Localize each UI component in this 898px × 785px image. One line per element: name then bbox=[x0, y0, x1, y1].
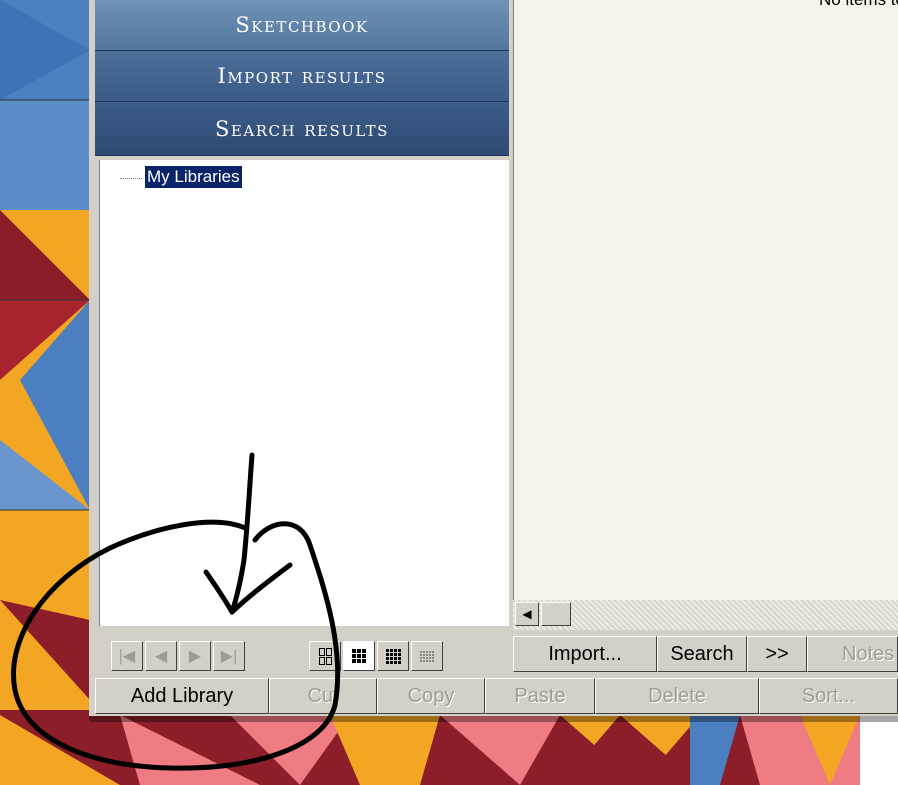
view-5x5-button[interactable] bbox=[411, 641, 443, 671]
import-button[interactable]: Import... bbox=[513, 636, 657, 672]
previous-page-icon: ◀ bbox=[154, 648, 168, 665]
copy-button[interactable]: Copy bbox=[377, 678, 485, 714]
scroll-left-button[interactable]: ◀ bbox=[515, 602, 539, 626]
cut-button[interactable]: Cut bbox=[269, 678, 377, 714]
sketchbook-button[interactable]: Sketchbook bbox=[95, 0, 509, 51]
bottom-toolbar: |◀ ◀ ▶ ▶| Import... Search >> Notes Add … bbox=[89, 633, 898, 714]
items-view[interactable]: No items to bbox=[513, 0, 898, 600]
delete-button[interactable]: Delete bbox=[595, 678, 759, 714]
notes-button[interactable]: Notes bbox=[807, 636, 898, 672]
arrow-left-icon: ◀ bbox=[522, 607, 532, 621]
window-shadow bbox=[89, 716, 898, 722]
view-4x4-button[interactable] bbox=[377, 641, 409, 671]
library-panel: Sketchbook Import results Search results… bbox=[95, 0, 510, 628]
sort-button[interactable]: Sort... bbox=[759, 678, 898, 714]
import-results-button[interactable]: Import results bbox=[95, 51, 509, 102]
view-3x3-button[interactable] bbox=[343, 641, 375, 671]
app-window: Sketchbook Import results Search results… bbox=[89, 0, 898, 716]
next-page-button[interactable]: ▶ bbox=[179, 641, 211, 671]
first-page-icon: |◀ bbox=[118, 648, 136, 665]
search-results-button[interactable]: Search results bbox=[95, 102, 509, 156]
library-tree[interactable]: My Libraries bbox=[99, 160, 510, 626]
horizontal-scrollbar[interactable]: ◀ bbox=[513, 600, 898, 630]
grid-2x2-icon bbox=[318, 647, 332, 665]
add-library-button[interactable]: Add Library bbox=[95, 678, 269, 714]
view-2x2-button[interactable] bbox=[309, 641, 341, 671]
more-button[interactable]: >> bbox=[747, 636, 807, 672]
next-page-icon: ▶ bbox=[188, 648, 202, 665]
first-page-button[interactable]: |◀ bbox=[111, 641, 143, 671]
empty-message: No items to bbox=[819, 0, 898, 10]
last-page-icon: ▶| bbox=[220, 648, 238, 665]
grid-5x5-icon bbox=[420, 650, 434, 662]
last-page-button[interactable]: ▶| bbox=[213, 641, 245, 671]
paste-button[interactable]: Paste bbox=[485, 678, 595, 714]
search-button[interactable]: Search bbox=[657, 636, 747, 672]
grid-3x3-icon bbox=[352, 649, 366, 663]
tree-node-my-libraries[interactable]: My Libraries bbox=[145, 166, 242, 188]
previous-page-button[interactable]: ◀ bbox=[145, 641, 177, 671]
scroll-thumb[interactable] bbox=[541, 602, 571, 626]
grid-4x4-icon bbox=[385, 648, 401, 664]
tree-connector bbox=[120, 178, 142, 179]
